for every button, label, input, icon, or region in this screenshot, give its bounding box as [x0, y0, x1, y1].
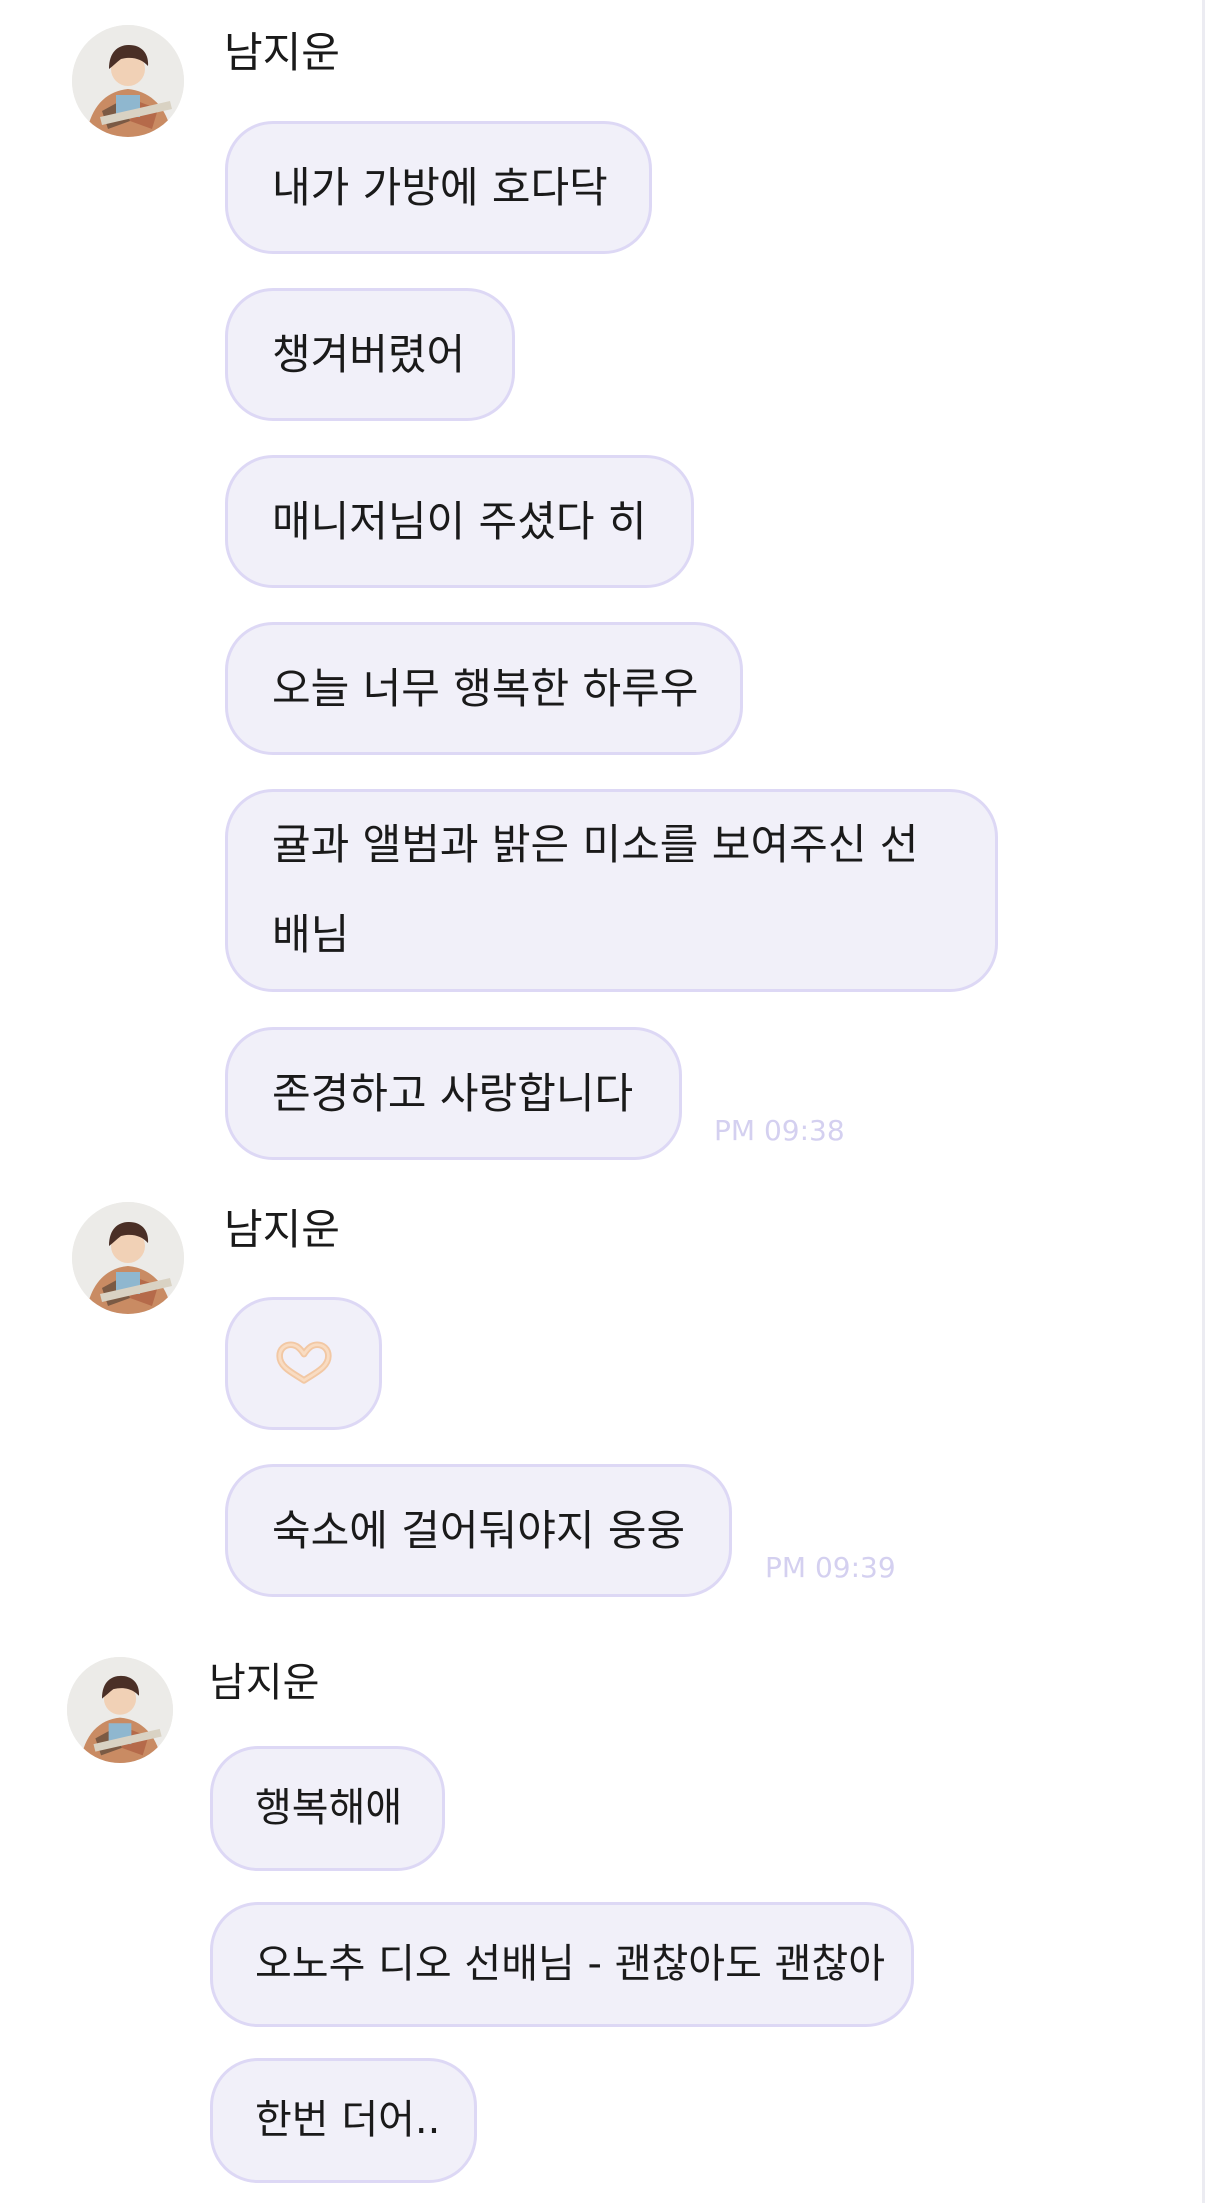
sender-name: 남지운 — [224, 28, 340, 77]
heart-hands-icon — [275, 1341, 332, 1384]
message-bubble[interactable]: 매니저님이 주셨다 히 — [225, 455, 694, 588]
avatar[interactable] — [72, 25, 184, 137]
avatar[interactable] — [72, 1202, 184, 1314]
avatar-photo — [72, 1202, 184, 1314]
emoji-bubble[interactable] — [225, 1297, 382, 1430]
message-bubble[interactable]: 챙겨버렸어 — [225, 288, 515, 421]
message-bubble[interactable]: 내가 가방에 호다닥 — [225, 121, 652, 254]
avatar[interactable] — [67, 1657, 173, 1763]
timestamp: PM 09:38 — [714, 1114, 845, 1147]
avatar-photo — [72, 25, 184, 137]
sender-name: 남지운 — [209, 1660, 320, 1706]
message-bubble[interactable]: 행복해애 — [210, 1746, 445, 1871]
message-bubble[interactable]: 오노추 디오 선배님 - 괜찮아도 괜찮아 — [210, 1902, 914, 2027]
message-bubble[interactable]: 귤과 앨범과 밝은 미소를 보여주신 선배님 — [225, 789, 998, 992]
message-bubble[interactable]: 숙소에 걸어둬야지 웅웅 — [225, 1464, 732, 1597]
message-bubble[interactable]: 존경하고 사랑합니다 — [225, 1027, 682, 1160]
message-bubble[interactable]: 오늘 너무 행복한 하루우 — [225, 622, 743, 755]
avatar-photo — [67, 1657, 173, 1763]
message-bubble[interactable]: 한번 더어.. — [210, 2058, 477, 2183]
timestamp: PM 09:39 — [765, 1551, 896, 1584]
sender-name: 남지운 — [224, 1205, 340, 1254]
